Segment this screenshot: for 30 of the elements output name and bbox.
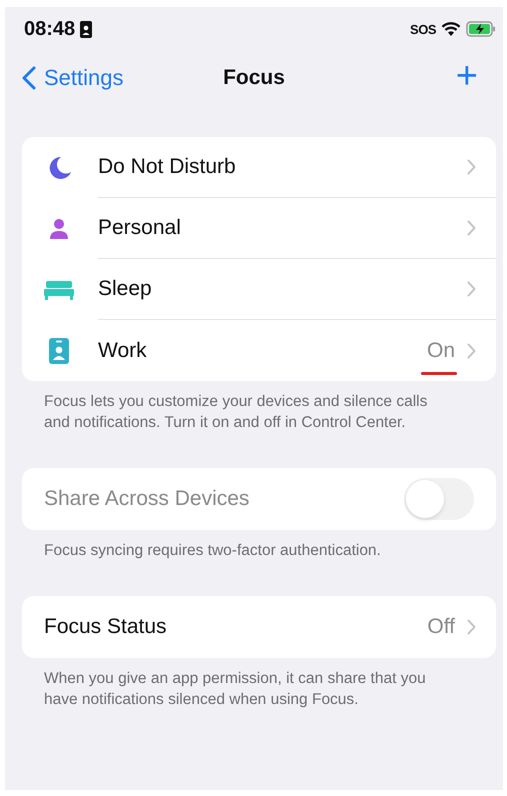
chevron-right-icon (467, 342, 476, 358)
focus-row[interactable]: Sleep (22, 259, 496, 320)
focus-footer-text: Focus lets you customize your devices and silence calls and notifications. Turn it on and off in Control Center. (44, 392, 428, 433)
status-value: Off (427, 615, 455, 639)
page-title: Focus (223, 66, 285, 90)
chevron-right-icon (467, 220, 476, 236)
wifi-icon (441, 22, 461, 36)
share-footer-text: Focus syncing requires two-factor authentication. (44, 541, 382, 561)
status-time: 08:48 (24, 18, 76, 40)
focus-label: Personal (98, 216, 182, 240)
focus-label: Sleep (98, 277, 153, 301)
status-footer-text: When you give an app permission, it can share that you have notifications silenced when using Focus. (44, 669, 427, 710)
status-label: Focus Status (44, 615, 168, 639)
battery-icon (466, 21, 496, 37)
carrier-label: SOS (410, 22, 436, 36)
focus-status-row[interactable]: Focus Status Off (22, 596, 496, 658)
chevron-right-icon (467, 619, 476, 635)
share-label: Share Across Devices (44, 487, 250, 511)
badge-icon (80, 20, 92, 38)
focus-state: On (426, 338, 455, 362)
focus-label: Do Not Disturb (98, 155, 237, 179)
focus-label: Work (98, 338, 148, 362)
focus-row[interactable]: Work On (22, 320, 496, 381)
back-button[interactable]: Settings (22, 65, 124, 91)
chevron-left-icon (22, 66, 36, 90)
focus-row[interactable]: Personal (22, 198, 496, 259)
chevron-right-icon (467, 159, 476, 175)
chevron-right-icon (467, 281, 476, 297)
focus-row[interactable]: Do Not Disturb (22, 137, 496, 198)
add-button[interactable]: + (456, 57, 496, 99)
